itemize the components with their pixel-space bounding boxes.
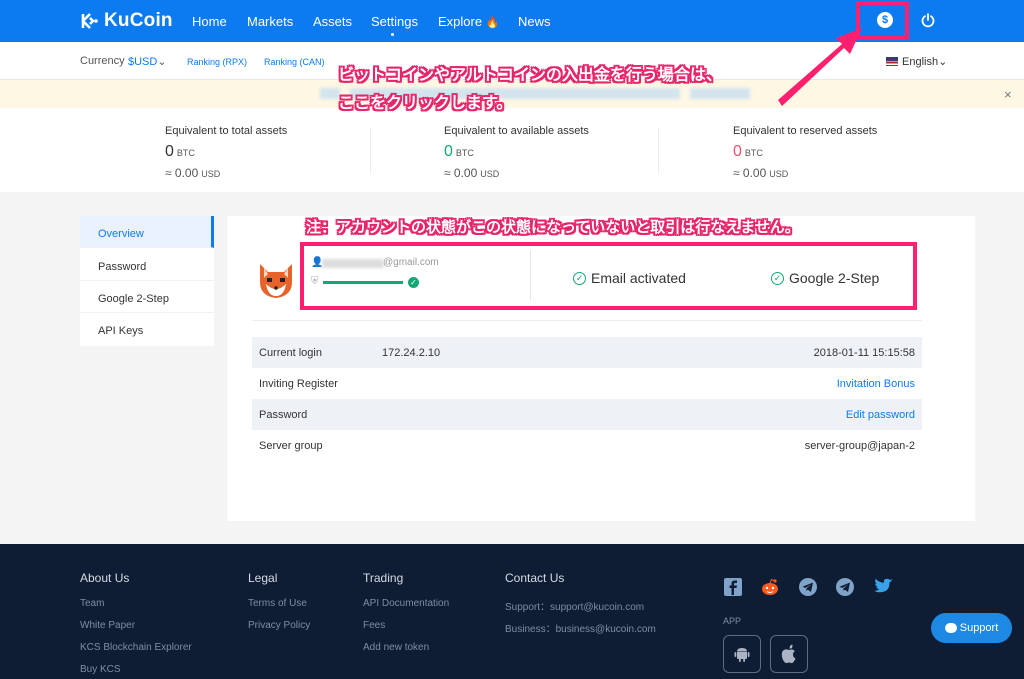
footer-heading: Legal	[248, 571, 278, 585]
row-label: Inviting Register	[259, 378, 338, 390]
android-glyph	[734, 648, 750, 662]
table-row: Password Edit password	[252, 399, 922, 430]
nav-assets[interactable]: Assets	[313, 14, 352, 29]
balance-value: 0 BTC	[733, 143, 763, 160]
table-row: Inviting Register Invitation Bonus	[252, 368, 922, 399]
footer-link-team[interactable]: Team	[80, 598, 104, 609]
divider	[370, 128, 371, 174]
nav-home[interactable]: Home	[192, 14, 227, 29]
footer-heading: Contact Us	[505, 571, 565, 585]
logo-text: KuCoin	[104, 10, 173, 31]
footer: About Us Team White Paper KCS Blockchain…	[0, 544, 1024, 679]
row-label: Password	[259, 409, 308, 421]
balance-usd: ≈ 0.00 USD	[165, 166, 221, 180]
login-time: 2018-01-11 15:15:58	[813, 347, 915, 359]
balance-value: 0 BTC	[165, 143, 195, 160]
footer-business-email[interactable]: Business：business@kucoin.com	[505, 620, 656, 635]
footer-heading: About Us	[80, 571, 130, 585]
footer-link-kcs-explorer[interactable]: KCS Blockchain Explorer	[80, 642, 192, 653]
table-row: Current login 172.24.2.10 2018-01-11 15:…	[252, 337, 922, 368]
footer-link-api-docs[interactable]: API Documentation	[363, 598, 449, 609]
divider	[252, 320, 922, 321]
nav-settings[interactable]: Settings	[371, 14, 418, 29]
server-group-value: server-group@japan-2	[804, 440, 915, 452]
currency-value: $USD	[128, 56, 158, 68]
currency-label: Currency	[80, 55, 125, 67]
nav-explore-label: Explore	[438, 14, 483, 29]
twitter-icon[interactable]	[872, 577, 894, 597]
footer-link-add-token[interactable]: Add new token	[363, 642, 429, 653]
currency-select[interactable]: $USD⌄	[128, 55, 167, 68]
deposit-annotation-line2: ここをクリックします。	[338, 95, 513, 112]
apple-glyph	[781, 644, 796, 664]
ranking-can-link[interactable]: Ranking (CAN)	[264, 57, 325, 67]
login-ip: 172.24.2.10	[382, 347, 441, 359]
row-label: Server group	[259, 440, 323, 452]
close-icon[interactable]: ×	[1004, 87, 1012, 102]
support-label: Support	[959, 622, 999, 634]
deposit-highlight-box	[856, 1, 909, 40]
settings-sidebar: Overview Password Google 2-Step API Keys	[80, 216, 214, 346]
language-select[interactable]: English ⌄	[886, 55, 947, 68]
asset-summary: Equivalent to total assets 0 BTC ≈ 0.00 US…	[0, 108, 1024, 192]
row-label: Current login	[259, 347, 322, 359]
balance-value: 0 BTC	[444, 143, 474, 160]
balance-usd: ≈ 0.00 USD	[444, 166, 500, 180]
notice-redacted	[690, 88, 750, 99]
flame-icon: 🔥	[485, 17, 500, 29]
footer-support-email[interactable]: Support：support@kucoin.com	[505, 598, 644, 613]
chat-bubble-icon	[944, 623, 957, 633]
footer-link-terms[interactable]: Terms of Use	[248, 598, 307, 609]
reddit-icon[interactable]	[760, 577, 780, 597]
ranking-rpx-link[interactable]: Ranking (RPX)	[187, 57, 247, 67]
table-row: Server group server-group@japan-2	[252, 430, 922, 461]
footer-link-white-paper[interactable]: White Paper	[80, 620, 135, 631]
account-status-highlight-box	[300, 242, 917, 310]
nav-news[interactable]: News	[518, 14, 551, 29]
notice-redacted	[320, 88, 340, 99]
support-chat-button[interactable]: Support	[931, 613, 1012, 643]
account-note-annotation: 注：アカウントの状態がこの状態になっていないと取引は行なえません。	[306, 219, 800, 236]
us-flag-icon	[886, 57, 898, 66]
balance-usd: ≈ 0.00 USD	[733, 166, 789, 180]
balance-label: Equivalent to reserved assets	[733, 125, 878, 137]
android-icon[interactable]	[723, 635, 761, 673]
kucoin-logo-icon	[81, 13, 98, 29]
deposit-annotation-line1: ビットコインやアルトコインの入出金を行う場合は、	[338, 67, 722, 84]
footer-heading: Trading	[363, 571, 404, 585]
apple-icon[interactable]	[770, 635, 808, 673]
sidebar-item-password[interactable]: Password	[80, 249, 214, 281]
kucoin-logo[interactable]: KuCoin	[80, 10, 173, 32]
balance-label: Equivalent to total assets	[165, 125, 288, 137]
edit-password-link[interactable]: Edit password	[846, 409, 915, 421]
sidebar-item-overview[interactable]: Overview	[80, 216, 214, 248]
nav-active-indicator	[391, 33, 394, 36]
footer-link-fees[interactable]: Fees	[363, 620, 385, 631]
power-icon[interactable]	[920, 12, 936, 28]
facebook-icon[interactable]	[723, 577, 743, 597]
fox-avatar-icon	[260, 264, 292, 298]
footer-link-buy-kcs[interactable]: Buy KCS	[80, 664, 121, 675]
nav-explore[interactable]: Explore 🔥	[438, 14, 499, 29]
language-label: English	[902, 55, 939, 68]
balance-label: Equivalent to available assets	[444, 125, 589, 137]
sidebar-item-google-2-step[interactable]: Google 2-Step	[80, 281, 214, 313]
footer-link-privacy[interactable]: Privacy Policy	[248, 620, 310, 631]
nav-markets[interactable]: Markets	[247, 14, 293, 29]
invitation-bonus-link[interactable]: Invitation Bonus	[837, 378, 915, 390]
telegram-icon[interactable]	[798, 577, 818, 597]
telegram-icon[interactable]	[835, 577, 855, 597]
chevron-down-icon: ⌄	[938, 56, 948, 68]
chevron-down-icon: ⌄	[157, 56, 167, 68]
app-label: APP	[723, 616, 742, 626]
sidebar-item-api-keys[interactable]: API Keys	[80, 313, 214, 345]
divider	[658, 128, 659, 174]
